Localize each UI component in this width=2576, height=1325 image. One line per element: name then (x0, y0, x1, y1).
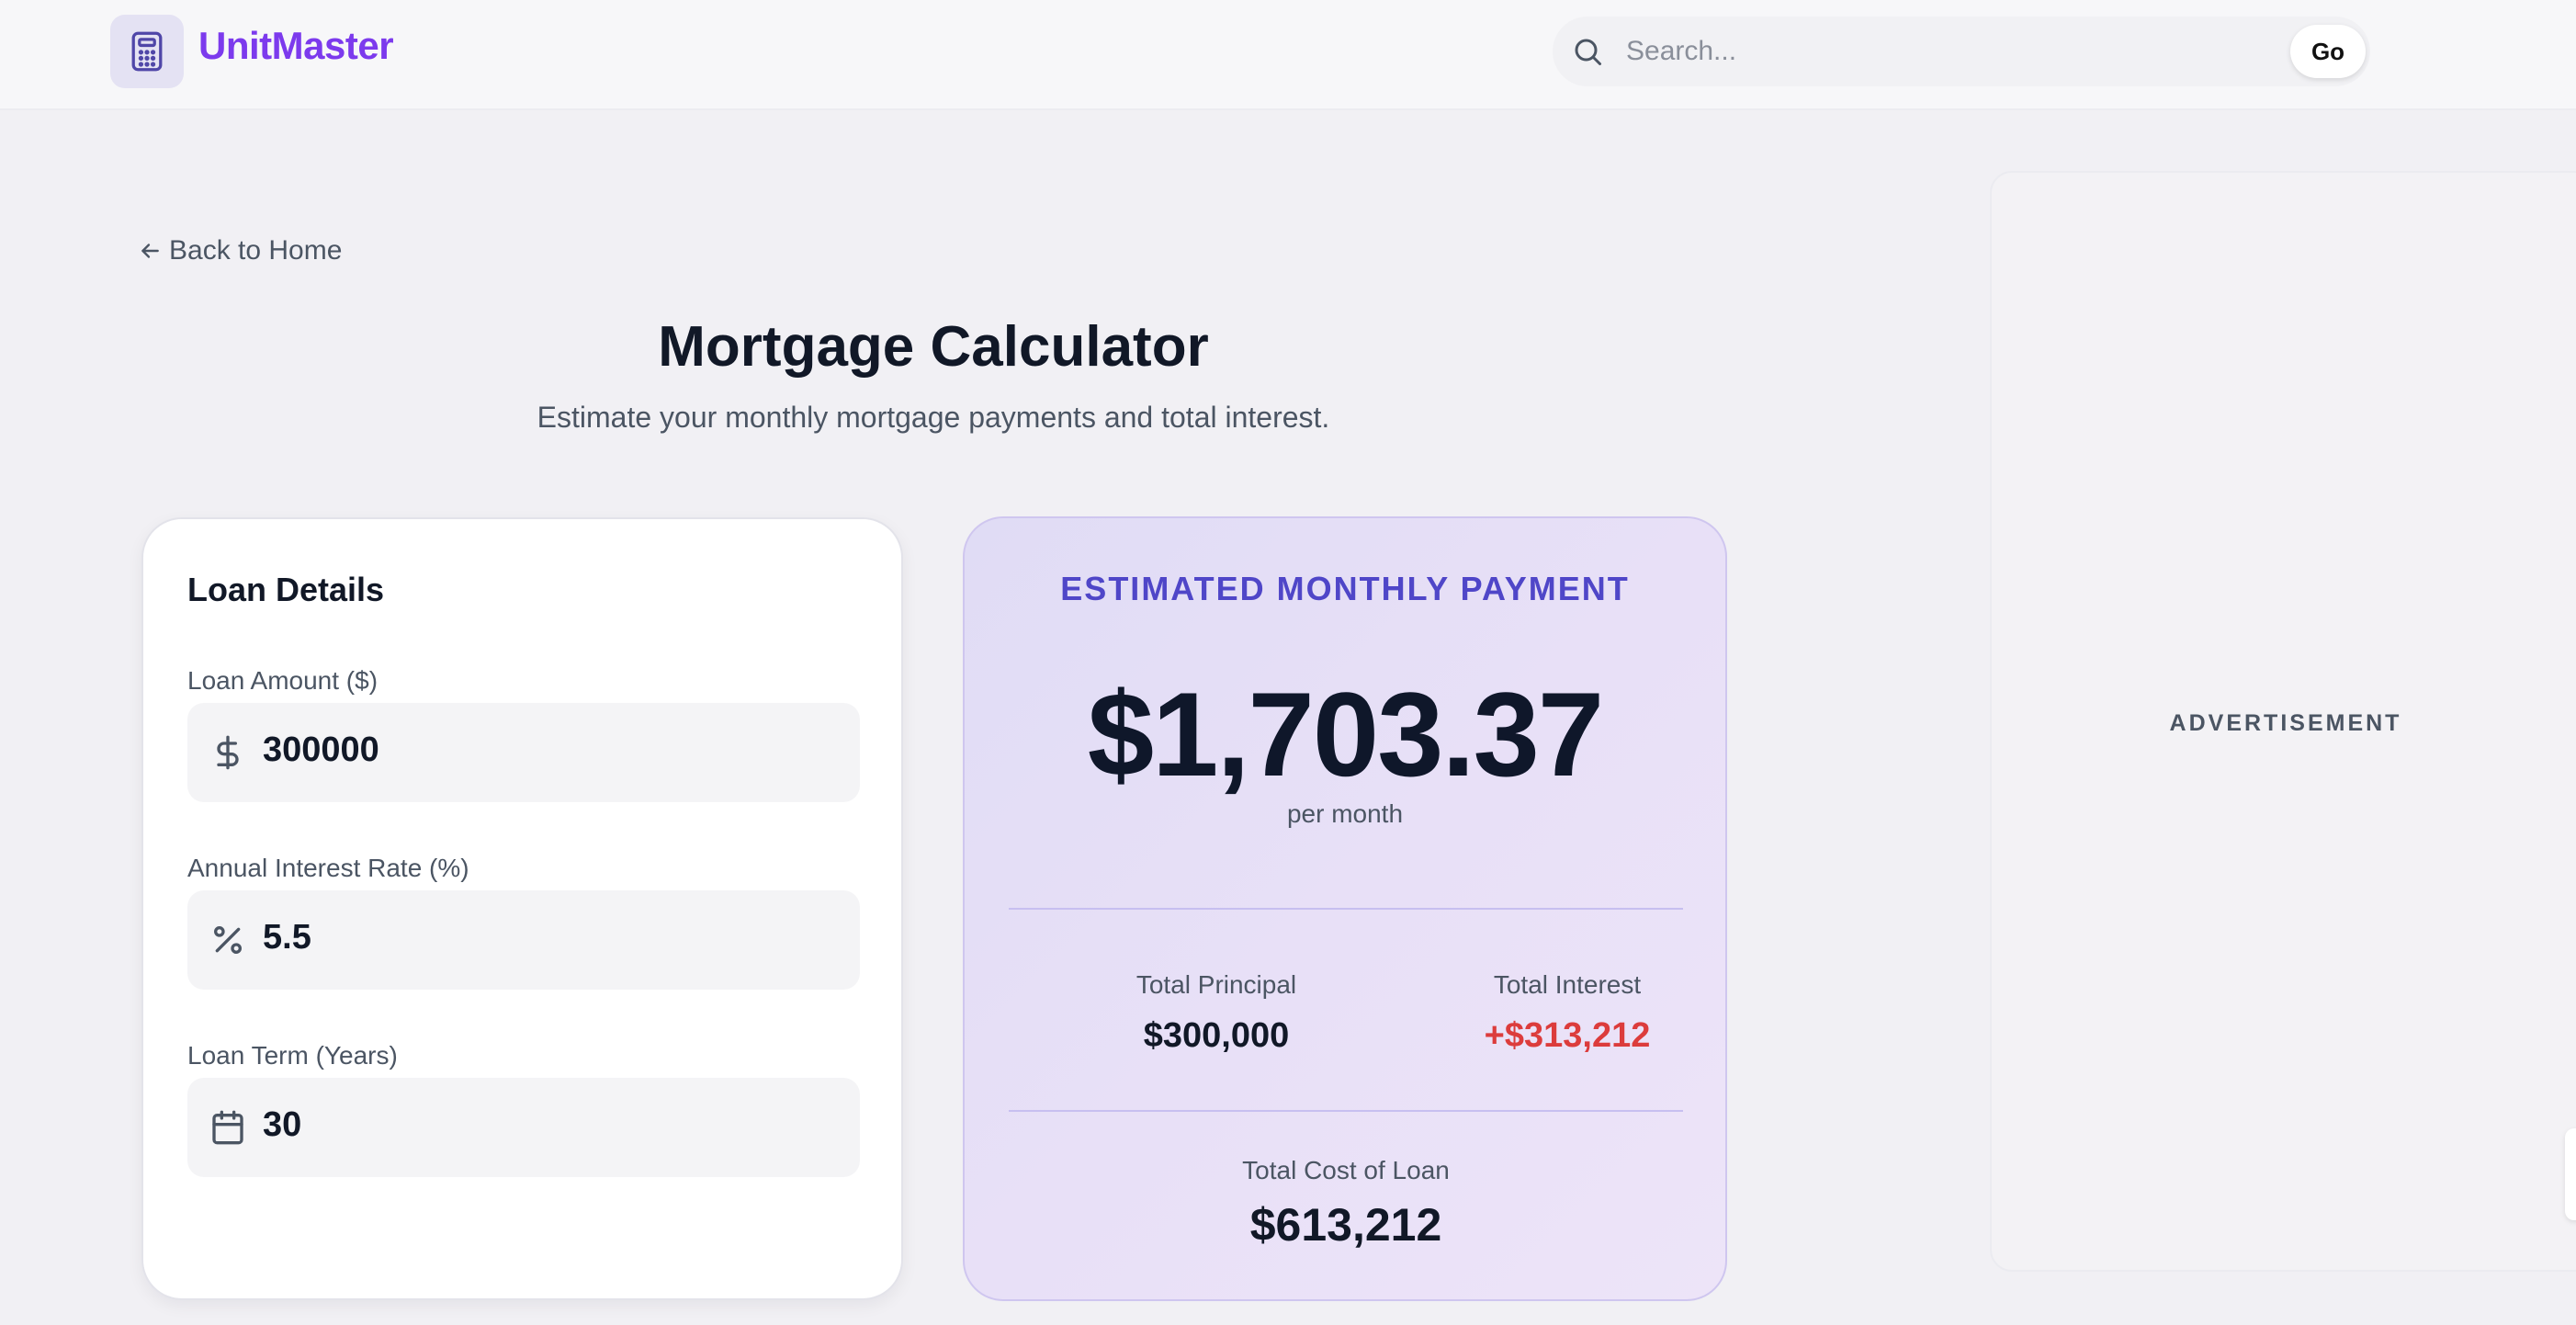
result-heading: ESTIMATED MONTHLY PAYMENT (1060, 570, 1630, 607)
total-principal-value: $300,000 (1143, 1016, 1290, 1055)
top-header: UnitMaster Go (0, 0, 2576, 110)
page-title: Mortgage Calculator (658, 315, 1209, 379)
search-icon (1575, 39, 1601, 65)
arrow-left-icon (141, 243, 159, 258)
total-cost-label: Total Cost of Loan (1242, 1156, 1450, 1184)
advertisement-panel[interactable]: ADVERTISEMENT (1990, 171, 2576, 1272)
monthly-payment-card: ESTIMATED MONTHLY PAYMENT $1,703.37 per … (963, 516, 1727, 1301)
loan-amount-label: Loan Amount ($) (187, 666, 378, 695)
interest-rate-field[interactable]: 5.5 (187, 890, 860, 990)
loan-details-heading: Loan Details (187, 571, 385, 608)
search-bar (1553, 17, 2370, 86)
brand-name[interactable]: UnitMaster (198, 24, 394, 68)
total-cost-value: $613,212 (1249, 1199, 1442, 1251)
advertisement-label: ADVERTISEMENT (2169, 710, 2402, 736)
loan-term-field[interactable]: 30 (187, 1078, 860, 1177)
divider (1009, 908, 1683, 910)
total-principal-label: Total Principal (1135, 970, 1297, 999)
loan-term-label: Loan Term (Years) (187, 1041, 398, 1070)
calculator-logo-icon[interactable] (110, 15, 184, 88)
percent-icon (214, 926, 242, 954)
loan-details-card: Loan Details Loan Amount ($) 300000 Annu… (141, 517, 903, 1300)
search-go-button[interactable]: Go (2290, 25, 2366, 78)
loan-amount-value[interactable]: 300000 (263, 730, 379, 770)
total-interest-value: +$313,212 (1484, 1016, 1651, 1055)
calendar-icon (212, 1110, 243, 1145)
interest-rate-value[interactable]: 5.5 (263, 918, 311, 957)
interest-rate-label: Annual Interest Rate (%) (187, 854, 469, 882)
back-to-home-link[interactable]: Back to Home (138, 235, 342, 266)
side-feedback-tab[interactable] (2565, 1128, 2576, 1220)
monthly-payment-amount: $1,703.37 (1087, 667, 1604, 801)
page-subtitle: Estimate your monthly mortgage payments … (537, 401, 1330, 434)
search-input[interactable] (1626, 29, 2251, 74)
total-interest-label: Total Interest (1493, 970, 1642, 999)
dollar-icon (217, 735, 239, 770)
divider (1009, 1110, 1683, 1112)
back-link-label: Back to Home (169, 235, 343, 266)
per-month-label: per month (1286, 799, 1404, 828)
loan-term-value[interactable]: 30 (263, 1105, 301, 1145)
loan-amount-field[interactable]: 300000 (187, 703, 860, 802)
